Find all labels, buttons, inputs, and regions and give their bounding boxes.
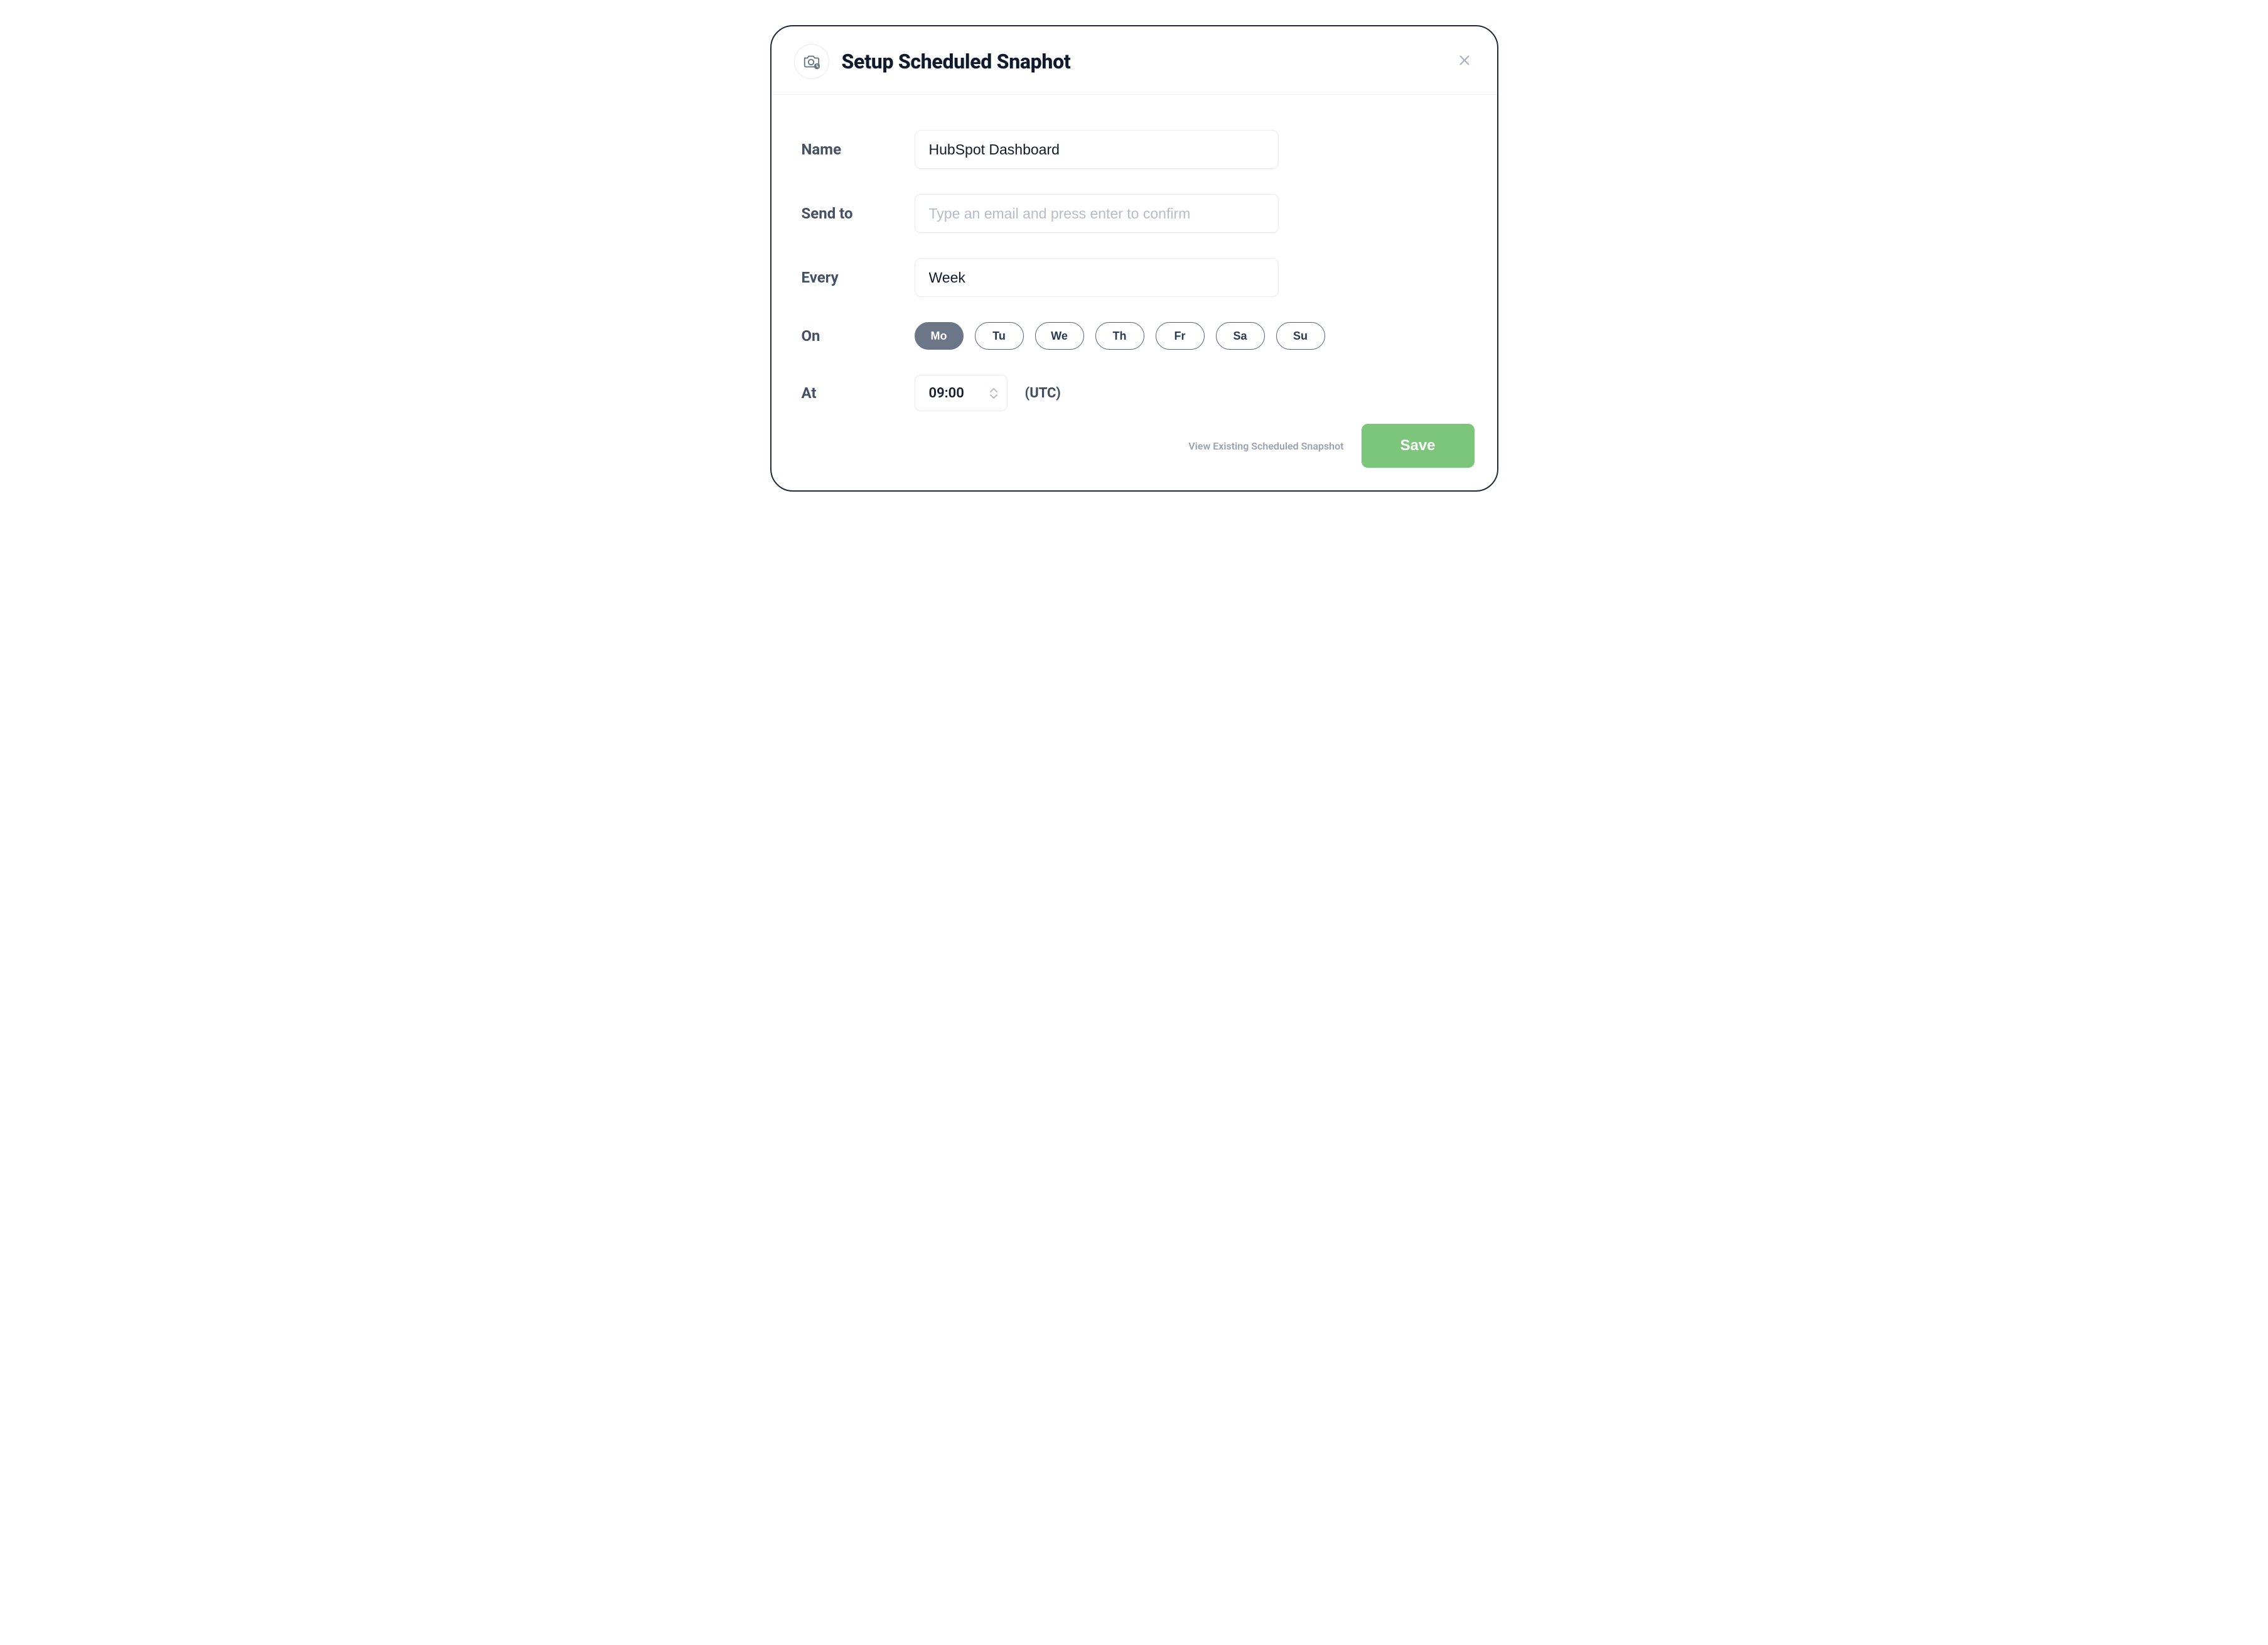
view-existing-link[interactable]: View Existing Scheduled Snapshot — [1188, 440, 1343, 452]
every-input[interactable] — [915, 258, 1279, 297]
timezone-label: (UTC) — [1025, 386, 1061, 401]
send-to-input[interactable] — [915, 194, 1279, 233]
modal-header: Setup Scheduled Snaphot — [771, 26, 1497, 95]
label-send-to: Send to — [802, 205, 915, 222]
day-pill-fr[interactable]: Fr — [1156, 322, 1205, 350]
row-send-to: Send to — [802, 194, 1467, 233]
scheduled-snapshot-modal: Setup Scheduled Snaphot Name Send to Eve… — [770, 25, 1498, 492]
row-at: At 09:00 (UTC) — [802, 375, 1467, 411]
day-pill-mo[interactable]: Mo — [915, 322, 964, 350]
day-pill-we[interactable]: We — [1035, 322, 1084, 350]
row-on: On Mo Tu We Th Fr Sa Su — [802, 322, 1467, 350]
label-on: On — [802, 327, 915, 345]
save-button[interactable]: Save — [1362, 424, 1475, 468]
modal-footer: View Existing Scheduled Snapshot Save — [771, 424, 1497, 490]
time-select[interactable]: 09:00 — [915, 375, 1008, 411]
close-button[interactable] — [1454, 50, 1475, 70]
day-pill-tu[interactable]: Tu — [975, 322, 1024, 350]
time-value: 09:00 — [929, 386, 989, 401]
day-pill-th[interactable]: Th — [1095, 322, 1144, 350]
day-pills: Mo Tu We Th Fr Sa Su — [915, 322, 1325, 350]
label-at: At — [802, 384, 915, 402]
camera-clock-icon — [794, 44, 829, 79]
name-input[interactable] — [915, 130, 1279, 169]
label-name: Name — [802, 141, 915, 158]
day-pill-sa[interactable]: Sa — [1216, 322, 1265, 350]
row-name: Name — [802, 130, 1467, 169]
day-pill-su[interactable]: Su — [1276, 322, 1325, 350]
close-icon — [1458, 53, 1471, 67]
stepper-arrows-icon — [989, 387, 998, 399]
row-every: Every — [802, 258, 1467, 297]
label-every: Every — [802, 269, 915, 286]
modal-title: Setup Scheduled Snaphot — [842, 50, 1071, 73]
modal-body: Name Send to Every On Mo Tu We Th Fr Sa Su At — [771, 95, 1497, 436]
